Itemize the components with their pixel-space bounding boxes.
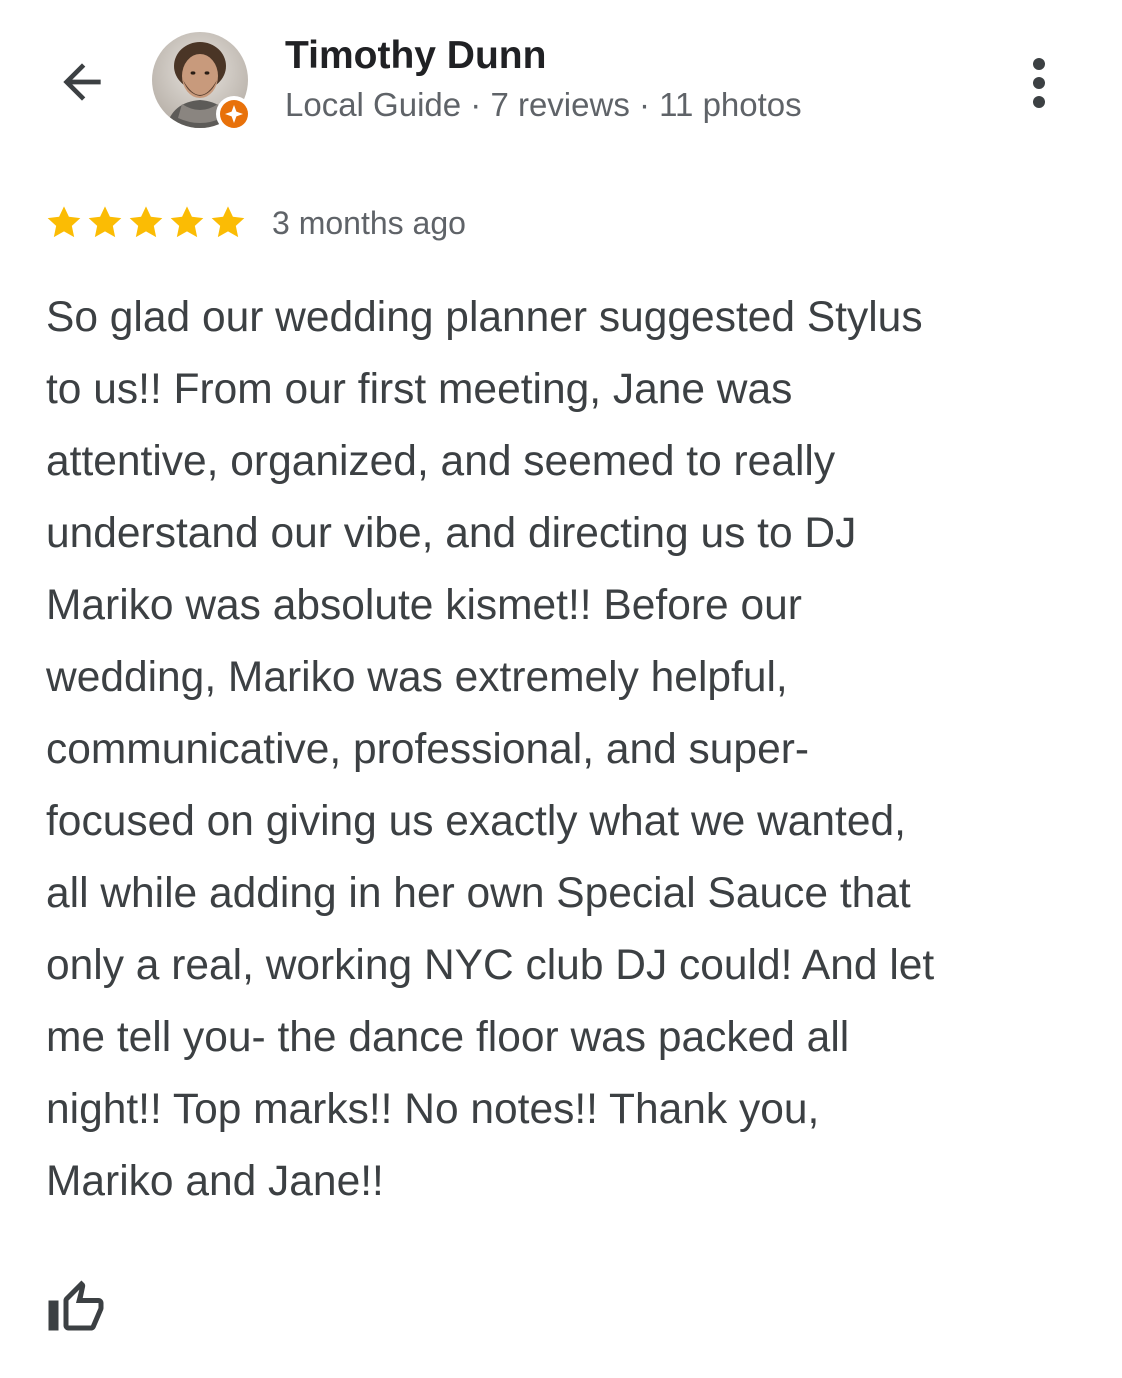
review-text-line: focused on giving us exactly what we wan… xyxy=(46,798,906,845)
star-rating xyxy=(44,203,248,243)
like-button[interactable] xyxy=(40,1272,112,1344)
back-button[interactable] xyxy=(44,44,120,120)
review-text-line: Mariko was absolute kismet!! Before our xyxy=(46,582,802,629)
review-text-line: to us!! From our first meeting, Jane was xyxy=(46,366,793,413)
review-text-line: night!! Top marks!! No notes!! Thank you… xyxy=(46,1086,820,1133)
avatar[interactable] xyxy=(152,32,252,132)
local-guide-badge xyxy=(216,96,252,132)
more-options-button[interactable] xyxy=(1008,48,1070,118)
star-icon xyxy=(167,203,207,243)
review-header: Timothy Dunn Local Guide · 7 reviews · 1… xyxy=(0,0,1122,160)
review-time: 3 months ago xyxy=(272,204,466,241)
more-vertical-icon-dot xyxy=(1033,58,1045,70)
review-text-line: only a real, working NYC club DJ could! … xyxy=(46,942,935,989)
review-text-line: Mariko and Jane!! xyxy=(46,1158,384,1205)
more-vertical-icon-dot xyxy=(1033,96,1045,108)
star-icon xyxy=(208,203,248,243)
review-text-line: me tell you- the dance floor was packed … xyxy=(46,1014,850,1061)
review-text-line: communicative, professional, and super- xyxy=(46,726,810,773)
more-vertical-icon-dot xyxy=(1033,77,1045,89)
thumb-up-outline-icon xyxy=(48,1280,104,1331)
review-text-line: understand our vibe, and directing us to… xyxy=(46,510,857,557)
review-text-line: So glad our wedding planner suggested St… xyxy=(46,294,923,341)
review-text-line: all while adding in her own Special Sauc… xyxy=(46,870,911,917)
star-icon xyxy=(126,203,166,243)
user-meta: Local Guide · 7 reviews · 11 photos xyxy=(285,86,802,123)
rating-row: 3 months ago xyxy=(44,198,466,248)
star-icon xyxy=(44,203,84,243)
user-name[interactable]: Timothy Dunn xyxy=(285,34,546,78)
local-guide-star-badge-icon xyxy=(220,100,248,128)
review-text-line: wedding, Mariko was extremely helpful, xyxy=(46,654,788,701)
star-icon xyxy=(85,203,125,243)
review-text-line: attentive, organized, and seemed to real… xyxy=(46,438,836,485)
review-text: So glad our wedding planner suggested St… xyxy=(46,282,1086,1218)
arrow-back-icon xyxy=(63,63,101,101)
